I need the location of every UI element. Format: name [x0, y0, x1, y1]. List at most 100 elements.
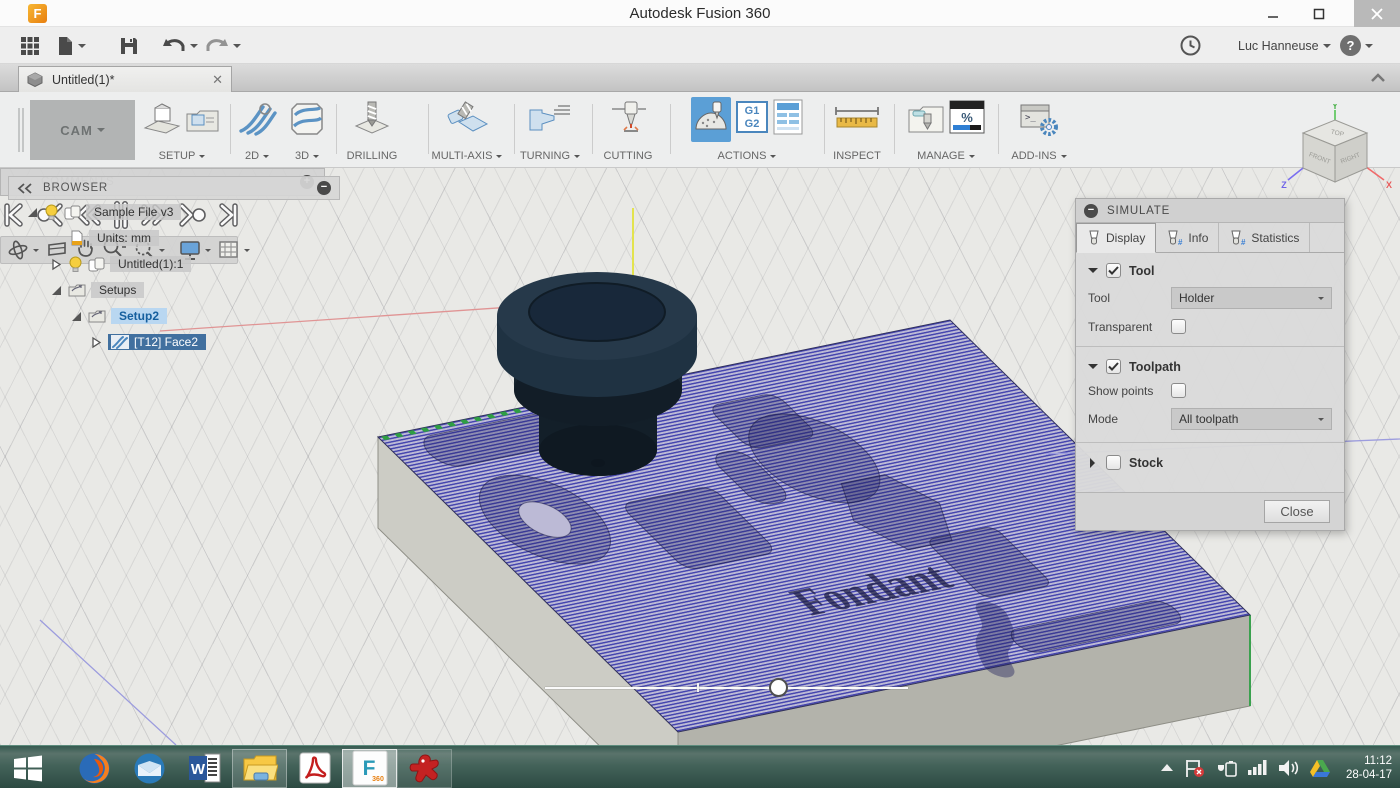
undo-button[interactable]	[162, 33, 198, 58]
tool-section-checkbox[interactable]	[1106, 263, 1121, 278]
close-dialog-button[interactable]: Close	[1264, 500, 1330, 523]
axis-y-label: Y	[1332, 104, 1338, 111]
tree-item-units[interactable]: Units: mm	[70, 228, 159, 248]
ribbon-group-cutting[interactable]: CUTTING	[594, 98, 662, 162]
selected-toolpath-row[interactable]: [T12] Face2	[108, 334, 207, 350]
3d-viewport[interactable]: Fondant Y Z X TOP FRONT RIGHT BROWSER − …	[0, 104, 1400, 745]
tab-info[interactable]: # Info	[1156, 223, 1220, 252]
help-menu[interactable]: ?	[1340, 33, 1373, 58]
simulate-tabs: Display # Info # Statistics	[1076, 223, 1344, 253]
ribbon-group-label: 3D	[295, 150, 320, 162]
tree-item-face2[interactable]: [T12] Face2	[90, 332, 207, 352]
ribbon-group-setup[interactable]: SETUP	[140, 98, 224, 162]
tree-item-setup2[interactable]: Setup2	[70, 306, 168, 326]
tree-item-label[interactable]: Setups	[91, 282, 145, 298]
tree-item-label[interactable]: Sample File v3	[86, 204, 182, 220]
taskbar-acrobat[interactable]	[287, 749, 342, 788]
ribbon-group-inspect[interactable]: INSPECT	[826, 98, 888, 162]
workspace-switcher[interactable]: CAM	[30, 100, 135, 160]
tab-close-icon[interactable]: ✕	[212, 72, 223, 88]
ribbon-group-manage[interactable]: % MANAGE	[898, 98, 994, 162]
section-expanded-icon[interactable]	[1088, 267, 1098, 278]
document-tab[interactable]: Untitled(1)* ✕	[18, 66, 232, 92]
simulate-collapse-icon[interactable]: −	[1084, 203, 1098, 218]
start-button[interactable]	[0, 749, 55, 788]
tree-item-label[interactable]: Setup2	[111, 308, 168, 324]
ribbon-group-2d[interactable]: 2D	[234, 98, 280, 162]
tree-item-label[interactable]: Untitled(1):1	[110, 256, 192, 272]
tree-item-subcomponent[interactable]: Untitled(1):1	[50, 254, 192, 274]
tree-item-setups[interactable]: Setups	[50, 280, 145, 300]
browser-panel-header[interactable]: BROWSER −	[8, 176, 340, 200]
job-status-button[interactable]	[1180, 33, 1201, 58]
action-center-flag-icon[interactable]	[1183, 758, 1205, 778]
simulate-dialog: − SIMULATE Display # Info # Statistics T…	[1075, 198, 1345, 531]
redo-button[interactable]	[205, 33, 241, 58]
expanded-triangle-icon[interactable]	[26, 206, 39, 219]
expanded-triangle-icon[interactable]	[50, 284, 63, 297]
taskbar-thunderbird[interactable]	[122, 749, 177, 788]
ribbon-group-add-ins[interactable]: >_ ADD-INS	[1002, 98, 1076, 162]
tree-item-root[interactable]: Sample File v3	[26, 202, 182, 222]
post-process-button[interactable]: G1 G2	[735, 99, 769, 140]
volume-icon[interactable]	[1278, 759, 1300, 777]
show-hidden-icons[interactable]	[1160, 763, 1174, 773]
taskbar-file-explorer[interactable]	[232, 748, 287, 788]
visibility-bulb-icon[interactable]	[44, 204, 59, 220]
playback-slider-track[interactable]	[545, 687, 908, 689]
ribbon-separator	[592, 104, 593, 154]
transparent-checkbox[interactable]	[1171, 319, 1186, 334]
setup-sheet-button[interactable]	[773, 99, 803, 140]
tab-label: Statistics	[1251, 230, 1300, 245]
tool-section-header[interactable]: Tool	[1076, 253, 1344, 282]
visibility-bulb-icon[interactable]	[68, 256, 83, 272]
ribbon-group-drilling[interactable]: DRILLING	[340, 98, 404, 162]
svg-text:G1: G1	[745, 105, 760, 117]
simulate-button[interactable]	[691, 96, 731, 142]
taskbar-word[interactable]: W	[177, 749, 232, 788]
close-button[interactable]	[1354, 0, 1400, 27]
ribbon-group-multi-axis[interactable]: MULTI-AXIS	[424, 98, 510, 162]
toolpath-section-header[interactable]: Toolpath	[1076, 349, 1344, 378]
user-account-menu[interactable]: Luc Hanneuse	[1238, 33, 1331, 58]
network-signal-icon[interactable]	[1247, 759, 1269, 776]
section-collapsed-icon[interactable]	[1090, 457, 1100, 468]
stock-section-header[interactable]: Stock	[1076, 445, 1344, 484]
collapse-ribbon-icon[interactable]	[1370, 72, 1386, 84]
google-drive-icon[interactable]	[1309, 758, 1331, 778]
ribbon-group-actions[interactable]: G1 G2 ACTIONS	[674, 96, 820, 162]
task-manager-button[interactable]: %	[949, 100, 985, 139]
apps-grid-button[interactable]	[20, 33, 40, 58]
display-tab-icon	[1089, 230, 1099, 245]
tab-display[interactable]: Display	[1076, 223, 1157, 253]
expanded-triangle-icon[interactable]	[70, 310, 83, 323]
tab-statistics[interactable]: # Statistics	[1219, 223, 1311, 252]
collapsed-triangle-icon[interactable]	[50, 258, 63, 271]
taskbar-firefox[interactable]	[67, 749, 122, 788]
section-expanded-icon[interactable]	[1088, 363, 1098, 374]
ribbon-grip[interactable]	[18, 108, 24, 152]
taskbar-red-app[interactable]	[397, 748, 452, 788]
save-button[interactable]	[120, 33, 138, 58]
taskbar-fusion360[interactable]: F 360	[342, 748, 397, 788]
tool-dropdown[interactable]: Holder	[1171, 287, 1332, 309]
browser-collapse-icon[interactable]: −	[317, 181, 331, 195]
toolpath-section-checkbox[interactable]	[1106, 359, 1121, 374]
show-points-checkbox[interactable]	[1171, 383, 1186, 398]
power-battery-icon[interactable]	[1214, 759, 1238, 777]
svg-text:G2: G2	[745, 118, 760, 130]
ribbon-group-3d[interactable]: 3D	[284, 98, 330, 162]
simulate-dialog-header[interactable]: − SIMULATE	[1076, 199, 1344, 223]
stock-checkbox[interactable]	[1106, 455, 1121, 470]
collapse-browser-icon[interactable]	[17, 182, 33, 194]
collapsed-triangle-icon[interactable]	[90, 336, 103, 349]
maximize-button[interactable]	[1296, 0, 1342, 27]
add-ins-icon: >_	[1020, 104, 1058, 136]
tree-item-label[interactable]: Units: mm	[89, 230, 159, 246]
minimize-button[interactable]	[1250, 0, 1296, 27]
ribbon-group-turning[interactable]: TURNING	[512, 98, 588, 162]
file-menu-button[interactable]	[57, 33, 86, 58]
mode-dropdown[interactable]: All toolpath	[1171, 408, 1332, 430]
taskbar-clock[interactable]: 11:12 28-04-17	[1340, 754, 1392, 782]
playback-slider-handle[interactable]	[769, 678, 788, 697]
